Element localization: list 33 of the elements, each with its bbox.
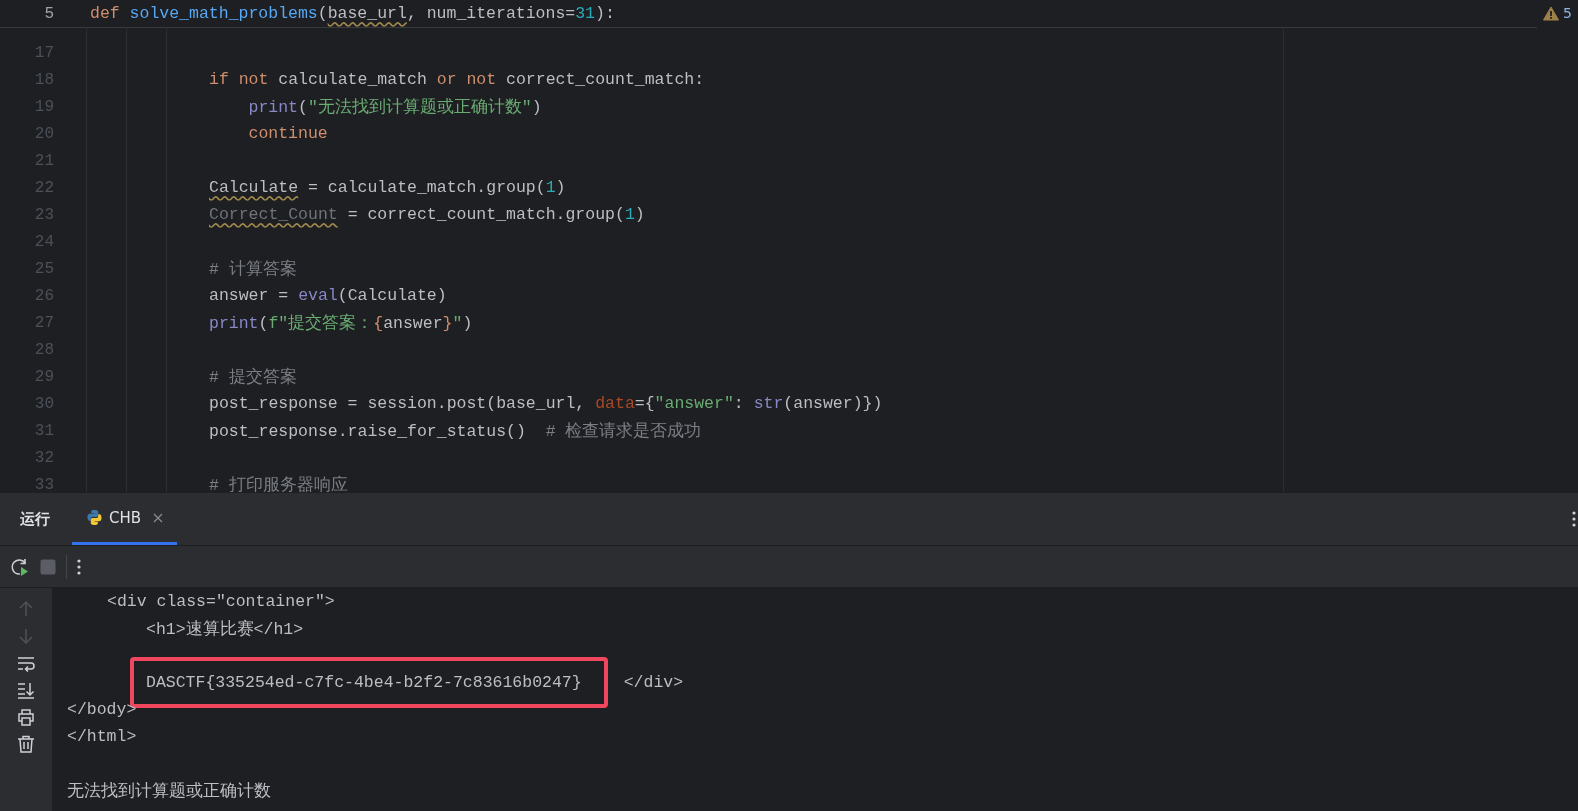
panel-title: 运行: [20, 509, 50, 529]
scroll-to-end-icon[interactable]: [17, 681, 35, 699]
problem-count: 5: [1563, 5, 1572, 21]
console-text: DASCTF{335254ed-c7fc-4be4-b2f2-7c83616b0247}: [146, 673, 582, 692]
warning-icon[interactable]: [1543, 5, 1560, 21]
code-line: post_response.raise_for_status() # 检查请求是否成功: [209, 420, 702, 442]
code-line: Correct_Count = correct_count_match.group(1): [209, 205, 645, 224]
code-line: # 提交答案: [209, 366, 297, 388]
code-line: print(f"提交答案：{answer}"): [209, 312, 473, 334]
console-text: <div class="container">: [107, 592, 335, 611]
code-line: answer = eval(Calculate): [209, 286, 447, 305]
code-line: print("无法找到计算题或正确计数"): [248, 96, 542, 118]
code-line: Calculate = calculate_match.group(1): [209, 178, 566, 197]
code-line: continue: [248, 124, 328, 143]
code-line: if not calculate_match or not correct_count_match:: [209, 70, 705, 89]
code-line: # 打印服务器响应: [209, 474, 348, 492]
line-number: 5: [43, 4, 55, 23]
console-text: <h1>速算比赛</h1>: [146, 618, 304, 640]
more-icon[interactable]: [1572, 510, 1576, 528]
rerun-icon[interactable]: [10, 556, 30, 577]
console-text: </div>: [623, 673, 684, 692]
code-line: def solve_math_problems(base_url, num_iterations=31):: [90, 4, 615, 23]
console-text: </body>: [67, 700, 137, 719]
more-icon[interactable]: [77, 557, 81, 576]
python-icon: [86, 509, 103, 526]
code-line: # 计算答案: [209, 258, 297, 280]
console-text: </html>: [67, 727, 137, 746]
console-text: 无法找到计算题或正确计数: [67, 780, 271, 802]
code-line: post_response = session.post(base_url, data={"answer": str(answer)}): [209, 394, 883, 413]
trash-icon[interactable]: [17, 735, 35, 753]
close-icon[interactable]: [153, 512, 164, 523]
print-icon[interactable]: [17, 708, 35, 726]
wrap-icon[interactable]: [17, 654, 35, 672]
